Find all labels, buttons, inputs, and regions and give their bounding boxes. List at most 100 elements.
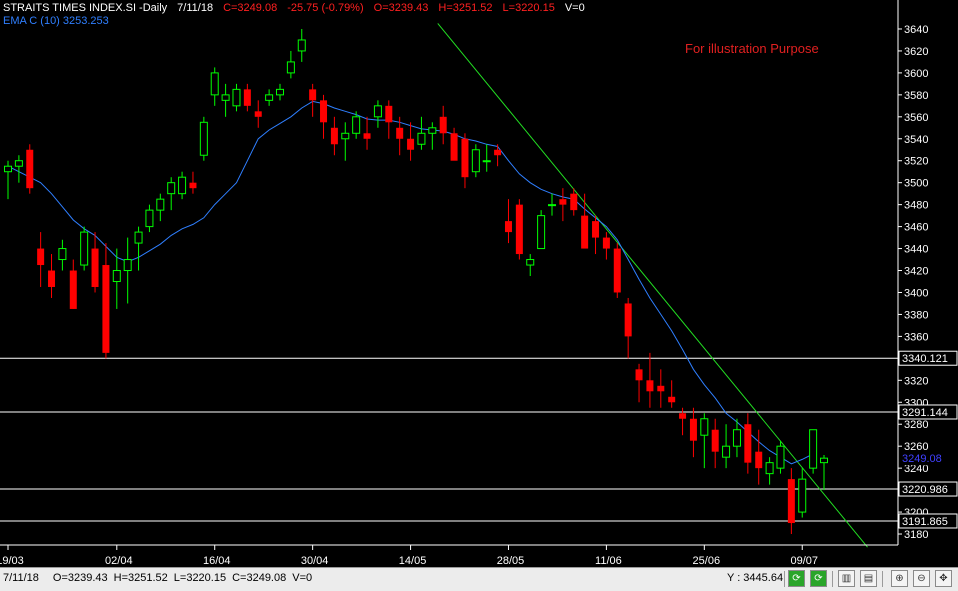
y-tick-label: 3480	[904, 200, 928, 212]
y-tick-label: 3600	[904, 68, 928, 80]
candle-body	[559, 199, 567, 205]
candle-body	[689, 418, 697, 441]
candle-body	[668, 396, 676, 403]
x-tick-label: 19/03	[0, 555, 24, 567]
candle-up	[776, 440, 785, 474]
refresh-icon[interactable]: ⟳	[810, 570, 827, 587]
candle-body	[112, 270, 121, 283]
chart-type-icon[interactable]: ▥	[838, 570, 855, 587]
last-price-label: 3249.08	[902, 453, 942, 465]
x-tick-label: 02/04	[105, 555, 133, 567]
y-tick-label: 3460	[904, 222, 928, 234]
candle-body	[297, 39, 306, 52]
candle-down	[385, 100, 393, 139]
price-chart[interactable]: 3180320032203240326032803300332033403360…	[0, 0, 958, 567]
y-axis: 3180320032203240326032803300332033403360…	[897, 0, 958, 545]
candle-body	[679, 413, 687, 419]
candle-down	[494, 144, 502, 167]
bar-chart-icon[interactable]: ▤	[860, 570, 877, 587]
zoom-in-icon[interactable]: ⊕	[891, 570, 908, 587]
candle-body	[602, 237, 610, 249]
candle-body	[417, 132, 426, 145]
candle-up	[112, 248, 121, 309]
candle-body	[732, 429, 741, 447]
candle-body	[494, 149, 502, 156]
x-tick-label: 30/04	[301, 555, 329, 567]
candle-body	[26, 149, 34, 189]
status-open: O=3239.43	[52, 572, 108, 584]
candle-up	[297, 28, 306, 62]
level-tag-label: 3340.121	[902, 353, 948, 365]
candle-up	[537, 210, 546, 250]
candle-up	[722, 424, 731, 469]
candle-up	[482, 144, 491, 172]
candle-body	[48, 270, 56, 287]
candle-down	[755, 429, 763, 485]
candle-body	[461, 138, 469, 178]
candle-down	[320, 94, 328, 139]
y-tick-label: 3420	[904, 266, 928, 278]
candle-body	[243, 89, 251, 106]
x-tick-label: 16/04	[203, 555, 231, 567]
candle-down	[243, 83, 251, 112]
candle-body	[341, 132, 350, 140]
x-tick-label: 14/05	[399, 555, 427, 567]
status-low: L=3220.15	[173, 572, 227, 584]
symbol-label: STRAITS TIMES INDEX.SI	[3, 2, 137, 14]
candle-body	[820, 457, 828, 464]
candle-up	[548, 193, 556, 216]
candle-down	[592, 215, 600, 255]
candle-up	[156, 193, 165, 222]
candle-up	[14, 155, 23, 183]
y-tick-label: 3540	[904, 134, 928, 146]
candle-body	[613, 248, 621, 293]
candle-body	[526, 259, 535, 266]
candle-body	[221, 94, 230, 101]
candle-up	[765, 457, 774, 485]
header-date: 7/11/18	[177, 2, 214, 14]
candle-body	[145, 209, 154, 228]
candle-down	[613, 243, 621, 298]
candle-down	[189, 171, 197, 194]
header-volume: V=0	[564, 2, 585, 14]
period-label: -Daily	[139, 2, 168, 14]
sync-icon[interactable]: ⟳	[788, 570, 805, 587]
candle-down	[646, 352, 654, 408]
candle-down	[624, 297, 632, 359]
candle-down	[711, 418, 719, 469]
candle-down	[309, 83, 317, 117]
header-close: C=3249.08	[223, 2, 278, 14]
level-tag-label: 3220.986	[902, 484, 948, 496]
header-open: O=3239.43	[373, 2, 429, 14]
candle-down	[69, 259, 77, 309]
candle-body	[471, 149, 480, 173]
candle-down	[504, 199, 512, 244]
candle-body	[373, 105, 382, 118]
candle-body	[385, 105, 393, 123]
zoom-out-icon[interactable]: ⊖	[913, 570, 930, 587]
candle-body	[635, 369, 643, 381]
candle-down	[635, 363, 643, 403]
candle-body	[14, 160, 23, 167]
candle-body	[167, 182, 176, 195]
candle-body	[330, 127, 338, 145]
header-high: H=3251.52	[438, 2, 493, 14]
candle-body	[515, 204, 523, 255]
candle-body	[646, 380, 654, 392]
candle-down	[602, 232, 610, 260]
x-axis: 19/03 02/04 16/04 30/04 14/05 28/05 11/06 25/06…	[0, 544, 898, 567]
candle-down	[37, 232, 45, 287]
candle-body	[37, 248, 45, 266]
candle-up	[58, 239, 67, 271]
candle-body	[396, 127, 404, 139]
candle-body	[309, 89, 317, 101]
pan-icon[interactable]: ✥	[935, 570, 952, 587]
candle-body	[232, 88, 241, 107]
candle-body	[69, 270, 77, 309]
candle-down	[48, 254, 56, 298]
candle-down	[102, 243, 110, 359]
candle-body	[91, 248, 99, 287]
candle-body	[102, 265, 110, 353]
candle-body	[765, 462, 774, 475]
candle-up	[167, 177, 176, 211]
